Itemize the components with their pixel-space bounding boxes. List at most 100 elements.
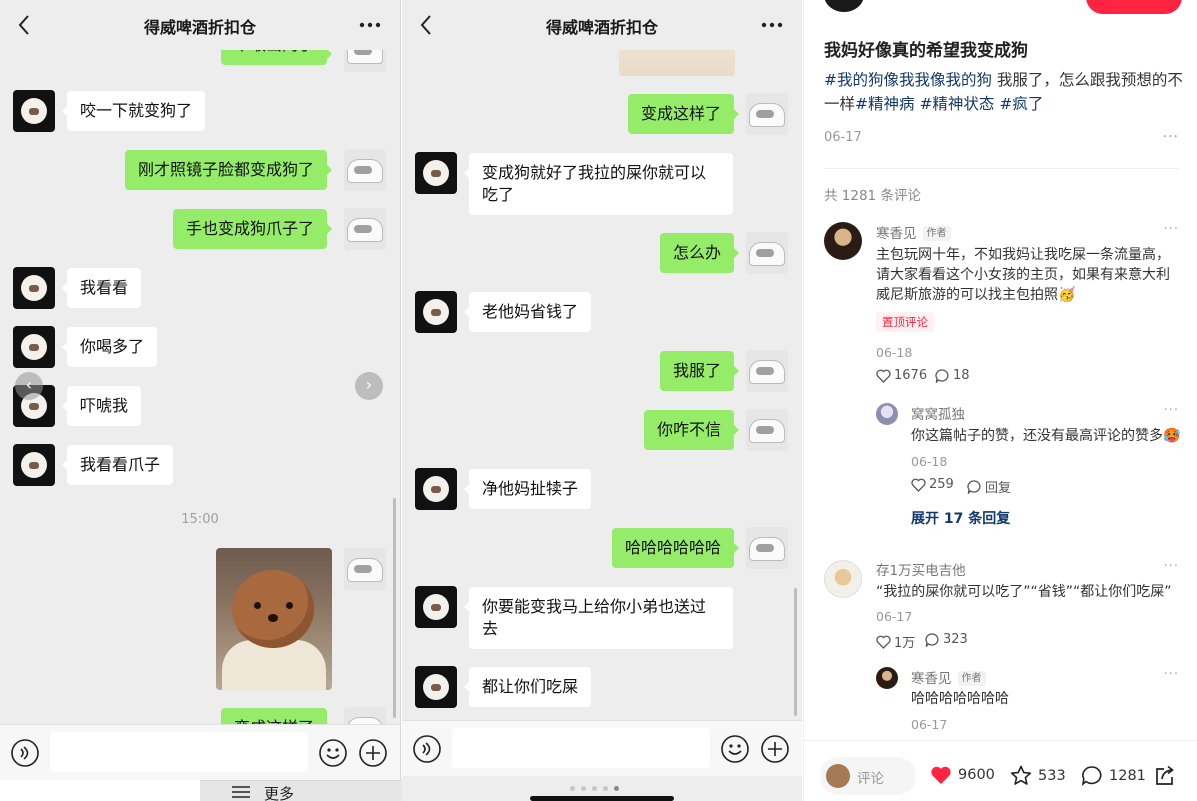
next-image-button[interactable]: › xyxy=(355,372,383,400)
avatar-image xyxy=(21,98,47,124)
emoji-icon[interactable] xyxy=(318,738,348,768)
my-avatar[interactable] xyxy=(746,93,788,135)
hashtag[interactable]: #疯了 xyxy=(994,95,1043,113)
like-count: 259 xyxy=(929,477,954,492)
page-dot xyxy=(570,786,575,791)
share-icon[interactable] xyxy=(1154,765,1176,787)
dog-photo[interactable] xyxy=(216,548,332,690)
chat-bubble[interactable]: 刚才照镜子脸都变成狗了 xyxy=(124,150,333,190)
contact-avatar[interactable] xyxy=(13,326,55,368)
contact-avatar[interactable] xyxy=(13,90,55,132)
commenter-name[interactable]: 窝窝孤独 xyxy=(911,403,965,423)
contact-avatar[interactable] xyxy=(415,152,457,194)
like-button[interactable]: 259 xyxy=(911,477,954,492)
like-button[interactable]: 1万 xyxy=(876,632,915,651)
chat-header: 得威啤酒折扣仓 xyxy=(0,0,400,50)
more-dots-icon[interactable] xyxy=(758,12,786,38)
commenter-avatar[interactable] xyxy=(876,667,898,689)
chat-bubble[interactable]: 你咋不信 xyxy=(643,410,740,450)
comment-more-button[interactable]: ··· xyxy=(1164,222,1179,237)
chat-bubble[interactable]: 怎么办 xyxy=(659,233,740,273)
commenter-name[interactable]: 寒香见 作者 xyxy=(876,222,951,242)
chat-bubble[interactable]: 老他妈省钱了 xyxy=(463,292,592,332)
message-input[interactable] xyxy=(50,732,308,772)
chat-bubble[interactable]: 变成这样了 xyxy=(627,94,740,134)
page-dot-active xyxy=(614,786,619,791)
post-more-button[interactable]: ··· xyxy=(1163,129,1179,145)
expand-replies-link[interactable]: 展开 17 条回复 xyxy=(911,508,1010,528)
avatar-image xyxy=(347,159,383,183)
plus-icon[interactable] xyxy=(760,734,790,764)
my-avatar[interactable] xyxy=(746,232,788,274)
contact-avatar[interactable] xyxy=(415,468,457,510)
my-avatar[interactable] xyxy=(344,548,386,590)
message-text: 变成这样了 xyxy=(640,104,721,123)
heart-outline-icon xyxy=(876,369,891,383)
my-avatar[interactable] xyxy=(746,409,788,451)
chat-bubble[interactable]: 净他妈扯犊子 xyxy=(463,469,592,509)
contact-avatar[interactable] xyxy=(415,666,457,708)
comment-more-button[interactable]: ··· xyxy=(1164,667,1179,682)
scrollbar[interactable] xyxy=(794,588,797,716)
message-text: 你咋不信 xyxy=(656,420,721,439)
hashtag[interactable]: #精神状态 xyxy=(915,95,994,113)
more-dots-icon[interactable] xyxy=(356,12,384,38)
message-text: 你要能变我马上给你小弟也送过去 xyxy=(482,597,707,638)
chat-bubble[interactable]: 变成狗就好了我拉的屎你就可以吃了 xyxy=(464,153,733,215)
chat-bubble[interactable]: 我服了 xyxy=(659,351,740,391)
scrollbar[interactable] xyxy=(393,498,396,718)
contact-avatar[interactable] xyxy=(13,267,55,309)
photo-dog-eye xyxy=(286,602,293,609)
commenter-avatar[interactable] xyxy=(824,560,862,598)
my-avatar[interactable] xyxy=(746,350,788,392)
heart-outline-icon xyxy=(876,635,891,649)
commenter-avatar[interactable] xyxy=(824,222,862,260)
commenter-name[interactable]: 寒香见 作者 xyxy=(911,667,986,687)
more-menu-button[interactable]: 更多 xyxy=(200,780,402,801)
reply-button[interactable]: 18 xyxy=(935,368,970,383)
photo-dog-eye xyxy=(254,602,261,609)
emoji-icon[interactable] xyxy=(720,734,750,764)
comment-more-button[interactable]: ··· xyxy=(1164,559,1179,574)
my-avatar[interactable] xyxy=(746,527,788,569)
post-collect-button[interactable]: 533 xyxy=(1010,765,1066,786)
voice-icon[interactable] xyxy=(10,738,40,768)
author-avatar[interactable] xyxy=(824,0,864,12)
post-pane: 我妈好像真的希望我变成狗 #我的狗像我我像我的狗 我服了，怎么跟我预想的不一样#… xyxy=(803,0,1197,801)
comment-input[interactable]: 评论 xyxy=(820,757,916,795)
contact-avatar[interactable] xyxy=(415,291,457,333)
avatar-image xyxy=(423,160,449,186)
chat-bubble[interactable]: 你要能变我马上给你小弟也送过去 xyxy=(464,587,733,649)
comment-more-button[interactable]: ··· xyxy=(1164,403,1179,418)
hashtag[interactable]: #精神病 xyxy=(855,95,915,113)
chat-bubble[interactable]: 手也变成狗爪子了 xyxy=(172,209,333,249)
post-like-button[interactable]: 9600 xyxy=(930,765,995,785)
chat-bubble[interactable]: 吓唬我 xyxy=(61,386,142,426)
avatar-image xyxy=(347,218,383,242)
contact-avatar[interactable] xyxy=(415,586,457,628)
my-avatar[interactable] xyxy=(344,208,386,250)
reply-button[interactable]: 回复 xyxy=(967,477,1011,496)
commenter-avatar[interactable] xyxy=(876,403,898,425)
chat-bubble[interactable]: 你喝多了 xyxy=(61,327,158,367)
post-like-count: 9600 xyxy=(958,767,995,783)
follow-button[interactable] xyxy=(1086,0,1182,14)
contact-avatar[interactable] xyxy=(13,444,55,486)
message-input[interactable] xyxy=(452,728,710,768)
chat-bubble[interactable]: 都让你们吃屎 xyxy=(463,667,592,707)
commenter-name[interactable]: 存1万买电吉他 xyxy=(876,559,966,579)
chat-bubble[interactable]: 我看看 xyxy=(61,268,142,308)
reply-label: 回复 xyxy=(985,481,1012,496)
chat-bubble[interactable]: 哈哈哈哈哈哈 xyxy=(611,528,740,568)
hashtag[interactable]: #我的狗像我我像我的狗 xyxy=(824,71,992,89)
post-comment-button[interactable]: 1281 xyxy=(1081,765,1146,786)
chat-bubble[interactable]: 我看看爪子 xyxy=(61,445,174,485)
reply-button[interactable]: 323 xyxy=(925,632,968,647)
prev-image-button[interactable]: ‹ xyxy=(15,372,43,400)
voice-icon[interactable] xyxy=(412,734,442,764)
chat-bubble[interactable]: 咬一下就变狗了 xyxy=(61,91,206,131)
like-button[interactable]: 1676 xyxy=(876,368,927,383)
my-avatar[interactable] xyxy=(344,149,386,191)
plus-icon[interactable] xyxy=(358,738,388,768)
reply-count: 18 xyxy=(953,368,970,383)
